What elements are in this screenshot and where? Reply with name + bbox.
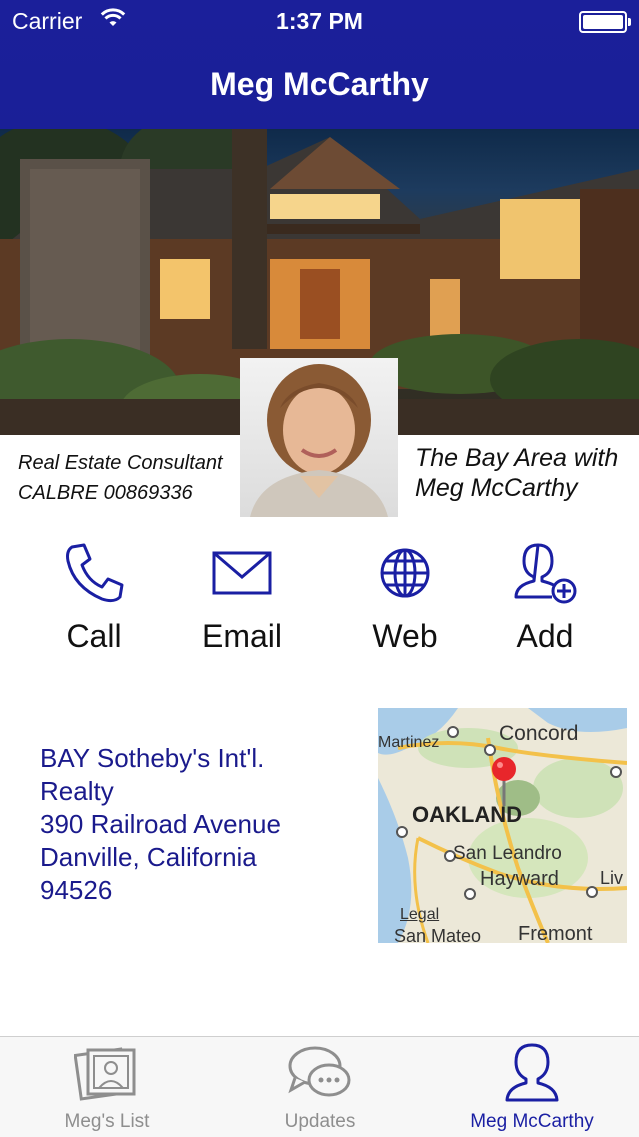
tab-meg-mccarthy[interactable]: Meg McCarthy — [452, 1037, 612, 1137]
photos-icon — [74, 1047, 136, 1101]
address-line-1: BAY Sotheby's Int'l. — [40, 743, 265, 773]
map-label-concord: Concord — [499, 722, 579, 745]
email-button[interactable]: Email — [177, 540, 307, 655]
tagline-line-2: Meg McCarthy — [415, 474, 578, 502]
map-legal-link[interactable]: Legal — [400, 906, 439, 924]
add-contact-icon — [514, 543, 577, 604]
call-label: Call — [66, 618, 122, 654]
address-line-4: Danville, California — [40, 842, 257, 872]
clock: 1:37 PM — [276, 8, 363, 34]
globe-icon — [380, 548, 430, 598]
status-bar: Carrier 1:37 PM — [0, 0, 639, 42]
address-line-2: Realty — [40, 776, 114, 806]
map-label-san-mateo: San Mateo — [394, 926, 482, 943]
navigation-header: Carrier 1:37 PM Meg McCarthy — [0, 0, 639, 129]
phone-icon — [66, 543, 124, 603]
map-pin-icon — [492, 757, 516, 806]
map-label-martinez: Martinez — [378, 734, 440, 751]
address-line-5: 94526 — [40, 875, 113, 905]
email-label: Email — [201, 618, 282, 654]
address-line-3: 390 Railroad Avenue — [40, 809, 281, 839]
envelope-icon — [212, 551, 272, 595]
web-button[interactable]: Web — [340, 540, 470, 655]
web-label: Web — [372, 618, 438, 654]
add-label: Add — [516, 618, 574, 654]
call-button[interactable]: Call — [29, 540, 159, 655]
tab-label-updates: Updates — [284, 1111, 356, 1132]
person-icon — [505, 1043, 559, 1102]
tab-megs-list[interactable]: Meg's List — [32, 1037, 182, 1137]
role-title: Real Estate Consultant — [18, 452, 223, 474]
license-number: CALBRE 00869336 — [18, 482, 193, 504]
map-label-fremont: Fremont — [518, 923, 593, 943]
tab-label-meg-mccarthy: Meg McCarthy — [470, 1111, 594, 1132]
agent-credentials: Real Estate Consultant CALBRE 00869336 — [18, 448, 223, 508]
tab-bar: Meg's List Updates Meg McCarthy — [0, 1036, 639, 1137]
location-map[interactable]: Martinez Concord OAKLAND San Leandro Hay… — [378, 708, 627, 943]
add-contact-button[interactable]: Add — [480, 540, 610, 655]
page-title: Meg McCarthy — [210, 66, 429, 102]
map-label-san-leandro: San Leandro — [453, 843, 562, 864]
map-label-livermore: Liv — [600, 868, 624, 888]
agent-tagline: The Bay Area with Meg McCarthy — [415, 443, 618, 503]
tab-label-megs-list: Meg's List — [64, 1111, 150, 1132]
map-label-hayward: Hayward — [480, 868, 559, 890]
office-address[interactable]: BAY Sotheby's Int'l. Realty 390 Railroad… — [40, 742, 360, 907]
tagline-line-1: The Bay Area with — [415, 444, 619, 472]
battery-icon — [579, 11, 631, 33]
tab-updates[interactable]: Updates — [245, 1037, 395, 1137]
chat-bubbles-icon — [288, 1046, 351, 1097]
agent-photo — [240, 358, 398, 517]
